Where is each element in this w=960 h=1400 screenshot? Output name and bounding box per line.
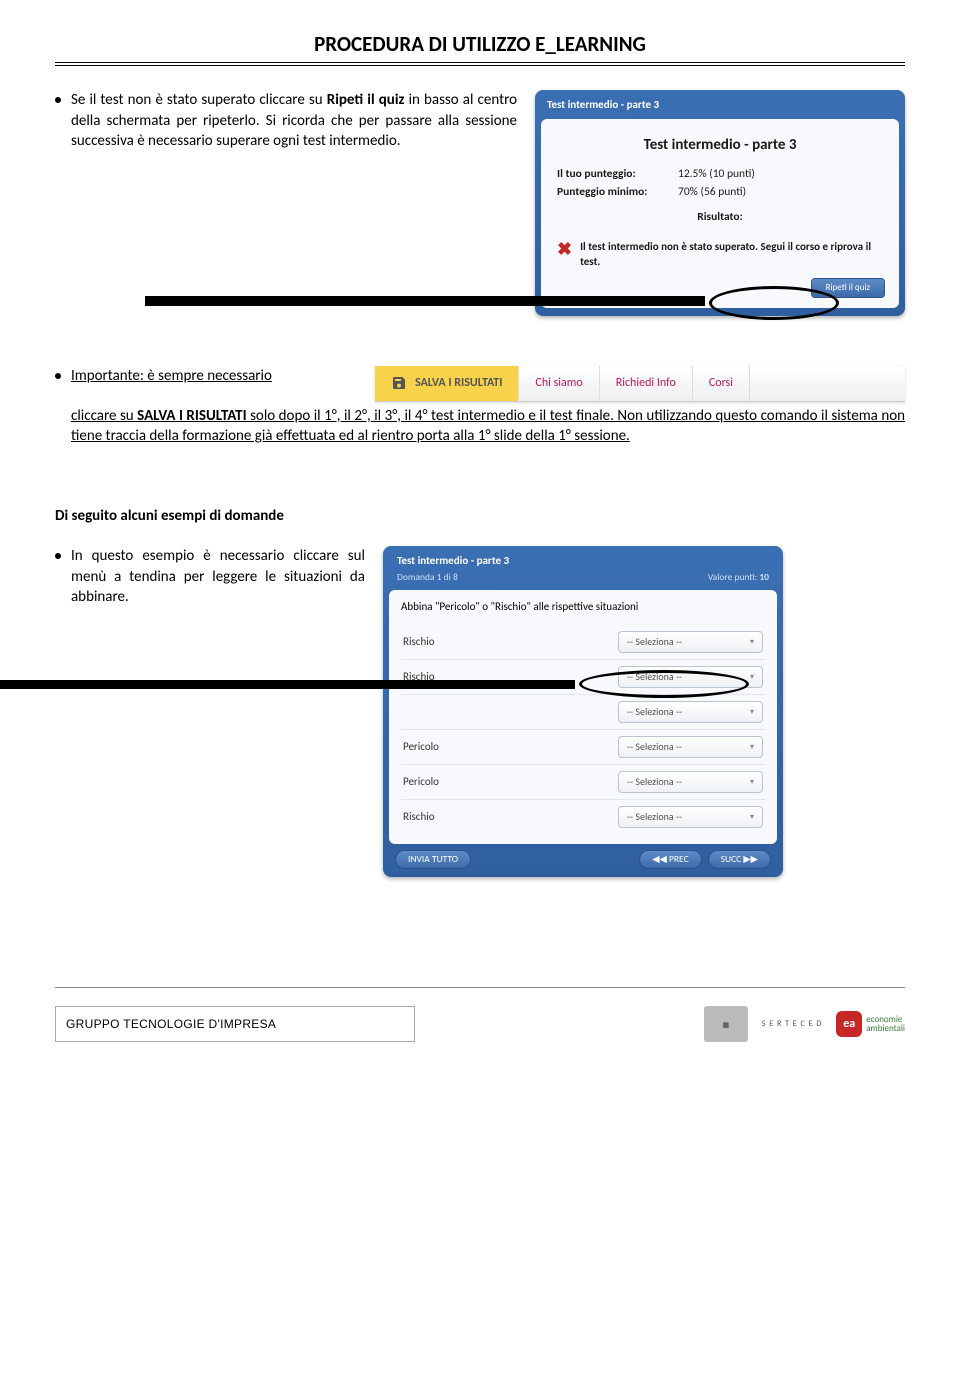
- question-counter: Domanda 1 di 8: [397, 571, 458, 584]
- save-results-button[interactable]: SALVA I RISULTATI: [375, 366, 519, 401]
- select-placeholder: -- Seleziona --: [627, 635, 682, 649]
- ea-badge-icon: ea: [836, 1011, 862, 1037]
- submit-all-button[interactable]: INVIA TUTTO: [395, 850, 471, 869]
- footer-company: GRUPPO TECNOLOGIE D'IMPRESA: [55, 1006, 415, 1042]
- chevron-down-icon: ▾: [750, 812, 754, 823]
- text-underline: Importante: è sempre necessario: [71, 367, 272, 385]
- select-dropdown[interactable]: -- Seleziona -- ▾: [618, 806, 763, 828]
- fail-message: Il test intermedio non è stato superato.…: [580, 240, 883, 270]
- save-results-continuation: cliccare su SALVA I RISULTATI solo dopo …: [71, 406, 905, 447]
- doc-title: PROCEDURA DI UTILIZZO E_LEARNING: [55, 30, 905, 62]
- nav-richiedi-info[interactable]: Richiedi Info: [600, 366, 693, 401]
- select-placeholder: -- Seleziona --: [627, 740, 682, 754]
- points-label: Valore punti: 10: [708, 571, 769, 584]
- footer-logos: ▦ S E R T E C E D ea economie ambientali: [704, 1006, 905, 1042]
- match-label: Rischio: [403, 670, 435, 685]
- select-dropdown[interactable]: -- Seleziona -- ▾: [618, 771, 763, 793]
- match-label: Rischio: [403, 810, 435, 825]
- score-label: Il tuo punteggio:: [557, 167, 672, 183]
- panel-result-wrap: Test intermedio - parte 3 Test intermedi…: [535, 90, 905, 315]
- panel2-header: Test intermedio - parte 3: [397, 554, 509, 569]
- nav-strip: SALVA I RISULTATI Chi siamo Richiedi Inf…: [375, 366, 905, 402]
- page-footer: GRUPPO TECNOLOGIE D'IMPRESA ▦ S E R T E …: [55, 987, 905, 1057]
- bullet-text: Se il test non è stato superato cliccare…: [71, 90, 517, 151]
- chevron-down-icon: ▾: [750, 707, 754, 718]
- chevron-down-icon: ▾: [750, 742, 754, 753]
- nav-corsi[interactable]: Corsi: [693, 366, 750, 401]
- bullet-example-dropdown: In questo esempio è necessario cliccare …: [55, 546, 365, 607]
- text-span: Valore punti:: [708, 571, 757, 583]
- text-bold: Ripeti il quiz: [327, 91, 409, 109]
- panel-body: Test intermedio - parte 3 Il tuo puntegg…: [541, 119, 899, 307]
- points-value: 10: [759, 571, 769, 583]
- score-value: 12.5% (10 punti): [678, 167, 755, 183]
- ea-tagline: economie ambientali: [866, 1015, 905, 1033]
- match-label: Pericolo: [403, 740, 439, 755]
- bullet-save-results: Importante: è sempre necessario: [55, 366, 355, 386]
- text-bold: SALVA I RISULTATI: [137, 407, 246, 425]
- text-span: Se il test non è stato superato cliccare…: [71, 91, 327, 109]
- bullet-dot: [55, 373, 61, 379]
- panel-header: Test intermedio - parte 3: [541, 96, 899, 119]
- bullet-dot: [55, 553, 61, 559]
- examples-heading: Di seguito alcuni esempi di domande: [55, 506, 905, 526]
- select-placeholder: -- Seleziona --: [627, 775, 682, 789]
- text-span: il 1°, il 2°, il 3°, il 4° test intermed…: [314, 407, 614, 425]
- prev-button[interactable]: ◀◀ PREC: [639, 850, 701, 869]
- panel-test-result: Test intermedio - parte 3 Test intermedi…: [535, 90, 905, 315]
- match-label: Pericolo: [403, 775, 439, 790]
- result-label: Risultato:: [557, 210, 883, 226]
- select-dropdown[interactable]: -- Seleziona -- ▾: [618, 666, 763, 688]
- title-rule: [55, 62, 905, 66]
- select-dropdown[interactable]: -- Seleziona -- ▾: [618, 701, 763, 723]
- select-placeholder: -- Seleziona --: [627, 670, 682, 684]
- question-body: Abbina "Pericolo" o "Rischio" alle rispe…: [389, 590, 777, 844]
- match-label: Rischio: [403, 635, 435, 650]
- min-value: 70% (56 punti): [678, 185, 746, 201]
- bullet-retake-quiz: Se il test non è stato superato cliccare…: [55, 90, 517, 151]
- save-label: SALVA I RISULTATI: [415, 375, 502, 391]
- min-label: Punteggio minimo:: [557, 185, 672, 201]
- nav-chi-siamo[interactable]: Chi siamo: [519, 366, 599, 401]
- panel-question: Test intermedio - parte 3 Domanda 1 di 8…: [383, 546, 783, 876]
- select-dropdown[interactable]: -- Seleziona -- ▾: [618, 631, 763, 653]
- fail-icon: ✖: [557, 240, 572, 258]
- text-span: Importante: è sempre necessario: [71, 367, 272, 385]
- select-placeholder: -- Seleziona --: [627, 705, 682, 719]
- chevron-down-icon: ▾: [750, 777, 754, 788]
- logo-placeholder: ▦: [704, 1006, 748, 1042]
- ea-logo: ea economie ambientali: [836, 1011, 905, 1037]
- select-placeholder: -- Seleziona --: [627, 810, 682, 824]
- text-span: cliccare su: [71, 407, 137, 425]
- bullet-text: In questo esempio è necessario cliccare …: [71, 546, 365, 607]
- bullet-dot: [55, 97, 61, 103]
- repeat-quiz-button[interactable]: Ripeti il quiz: [811, 278, 885, 298]
- panel-question-wrap: Test intermedio - parte 3 Domanda 1 di 8…: [383, 546, 783, 876]
- text-span: solo dopo: [247, 407, 311, 425]
- chevron-down-icon: ▾: [750, 637, 754, 648]
- next-button[interactable]: SUCC ▶▶: [708, 850, 771, 869]
- panel-title: Test intermedio - parte 3: [557, 135, 883, 155]
- chevron-down-icon: ▾: [750, 672, 754, 683]
- question-text: Abbina "Pericolo" o "Rischio" alle rispe…: [401, 600, 765, 615]
- save-icon: [391, 375, 407, 391]
- select-dropdown[interactable]: -- Seleziona -- ▾: [618, 736, 763, 758]
- serteced-label: S E R T E C E D: [762, 1019, 822, 1030]
